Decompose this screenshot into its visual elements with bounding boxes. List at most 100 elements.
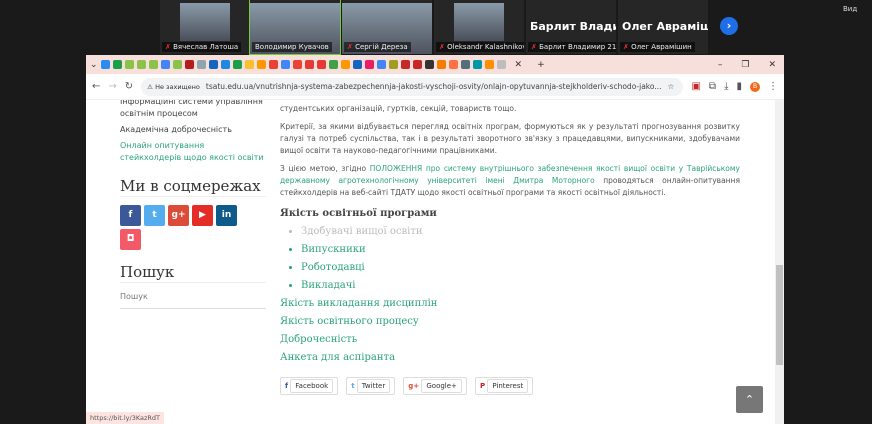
pinned-tab-favicon[interactable] [256,60,266,69]
share-pinterest-button[interactable]: P Pinterest [474,377,534,395]
social-icon[interactable]: ◘ [120,229,141,250]
participant-tile[interactable]: ✗ Сергій Дереза [342,0,432,54]
pinned-tab-favicon[interactable] [280,60,290,69]
forward-button[interactable]: → [108,81,116,92]
pinned-tab-favicon[interactable] [436,60,446,69]
pinned-tab-favicon[interactable] [400,60,410,69]
page-content: Інформаційні системи управління освітнім… [86,100,775,424]
next-participants-button[interactable]: › [720,17,738,35]
profile-avatar[interactable]: В [750,81,760,92]
close-tab-button[interactable]: ✕ [515,60,523,70]
pinned-tab-favicon[interactable] [292,60,302,69]
close-window-button[interactable]: ✕ [768,60,776,70]
sidebar-item-academic-integrity[interactable]: Академічна доброчесність [120,124,266,136]
menu-icon[interactable]: ⋮ [768,81,778,92]
social-icon[interactable]: in [216,205,237,226]
pinned-tab-favicon[interactable] [352,60,362,69]
pinned-tab-favicon[interactable] [244,60,254,69]
pinned-tab-favicon[interactable] [424,60,434,69]
survey-link-process-quality[interactable]: Якість освітнього процесу [280,313,740,331]
pinned-tab-favicon[interactable] [184,60,194,69]
paragraph-purpose: З цією метою, згідно ПОЛОЖЕННЯ про систе… [280,163,740,199]
muted-mic-icon: ✗ [531,43,537,51]
extensions-icon[interactable]: ⧉ [709,81,716,92]
participant-tile[interactable]: ✗ Вячеслав Латоша [160,0,250,54]
survey-link-teachers[interactable]: Викладачі [301,277,740,295]
survey-link-employers[interactable]: Роботодавці [301,259,740,277]
pinned-tab-favicon[interactable] [112,60,122,69]
participant-name: ✗ Сергій Дереза [344,42,411,52]
share-google-button[interactable]: g+ Google+ [403,377,467,395]
social-icon[interactable]: f [120,205,141,226]
pinned-tab-favicon[interactable] [220,60,230,69]
participant-name: ✗ Oleksandr Kalashnikov [436,42,524,52]
pinned-tab-favicon[interactable] [304,60,314,69]
social-icon[interactable]: g+ [168,205,189,226]
download-icon[interactable]: ⤓ [724,81,728,92]
participant-title: Барлит Владим... [530,20,616,33]
side-panel-icon[interactable]: ▮ [736,81,742,92]
pinned-tab-favicon[interactable] [484,60,494,69]
restore-button[interactable]: ❐ [741,60,749,70]
scroll-to-top-button[interactable]: ⌃ [736,386,763,413]
back-button[interactable]: ← [92,81,100,92]
pinned-tab-favicon[interactable] [268,60,278,69]
security-label: Не захищено [155,82,200,91]
pinned-tab-favicon[interactable] [148,60,158,69]
tab-search-button[interactable]: ⌄ [90,60,98,70]
social-icon[interactable]: ▶ [192,205,213,226]
text: З цією метою, згідно [280,164,370,173]
sidebar-item-info-systems[interactable]: Інформаційні системи управління освітнім… [120,100,266,120]
star-icon[interactable]: ☆ [668,82,675,91]
survey-link-phd[interactable]: Анкета для аспіранта [280,349,740,367]
pinned-tab-favicon[interactable] [100,60,110,69]
pinned-tab-favicon[interactable] [172,60,182,69]
not-secure-badge[interactable]: ⚠ Не захищено [147,83,200,91]
pinned-tab-favicon[interactable] [124,60,134,69]
pinned-tab-favicon[interactable] [208,60,218,69]
scrollbar-thumb[interactable] [776,265,783,365]
pinned-tab-favicon[interactable] [496,60,506,69]
survey-link-integrity[interactable]: Доброчесність [280,331,740,349]
pinned-tab-favicon[interactable] [328,60,338,69]
social-icon[interactable]: t [144,205,165,226]
share-twitter-button[interactable]: t Twitter [346,377,396,395]
participant-tile[interactable]: Володимир Кувачов [249,0,341,55]
minimize-button[interactable]: – [718,60,723,70]
pinned-tab-favicon[interactable] [472,60,482,69]
pinned-tab-favicon[interactable] [364,60,374,69]
search-heading: Пошук [120,265,266,283]
participant-name: ✗ Олег Аврамішин [620,42,695,52]
participant-tile[interactable]: ✗ Oleksandr Kalashnikov [434,0,524,54]
survey-link-graduates[interactable]: Випускники [301,241,740,259]
survey-link-students[interactable]: Здобувачі вищої освіти [301,223,740,241]
share-facebook-button[interactable]: f Facebook [280,377,339,395]
pinned-tab-favicon[interactable] [412,60,422,69]
pinned-tab-favicon[interactable] [316,60,326,69]
pinned-tab-favicon[interactable] [448,60,458,69]
share-buttons: f Facebook t Twitter g+ Google+ P Pinter… [280,377,740,395]
reload-button[interactable]: ↻ [125,81,133,92]
view-button[interactable]: Вид [843,5,857,13]
participant-title: Олег Аврамішин [622,20,708,33]
label: Twitter [356,379,391,393]
participant-tile[interactable]: Олег Аврамішин ✗ Олег Аврамішин [618,0,708,54]
pinned-tab-favicon[interactable] [340,60,350,69]
pinned-tab-favicon[interactable] [460,60,470,69]
pdf-extension-icon[interactable]: ▣ [691,81,700,92]
survey-link-teaching-quality[interactable]: Якість викладання дисциплін [280,295,740,313]
scrollbar[interactable] [775,100,784,424]
participant-tile[interactable]: Барлит Владим... ✗ Барлит Владимир 21... [526,0,616,54]
pinned-tab-favicon[interactable] [160,60,170,69]
pinned-tab-favicon[interactable] [388,60,398,69]
new-tab-button[interactable]: + [537,60,545,70]
pinned-tab-favicon[interactable] [196,60,206,69]
label: Facebook [290,379,334,393]
sidebar-item-online-survey[interactable]: Онлайн опитування стейкхолдерів щодо яко… [120,140,266,164]
search-input[interactable]: Пошук [120,283,266,309]
pinned-tab-favicon[interactable] [232,60,242,69]
pinned-tab-favicon[interactable] [376,60,386,69]
main-article: студентських організацій, гуртків, секці… [280,103,740,395]
pinned-tab-favicon[interactable] [136,60,146,69]
url-bar[interactable]: ⚠ Не захищено tsatu.edu.ua/vnutrishnja-s… [141,77,684,96]
